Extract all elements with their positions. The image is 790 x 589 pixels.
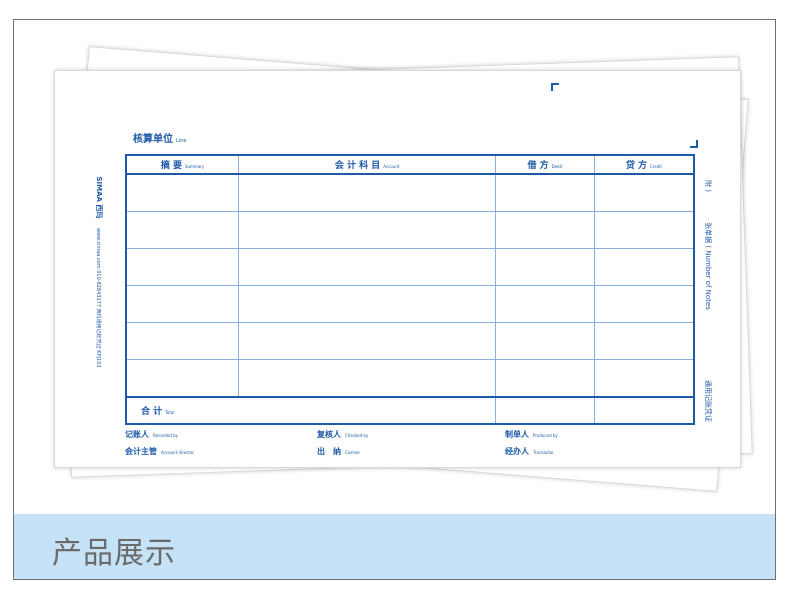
cell-summary — [125, 173, 240, 212]
signature-transactor: 经办人 Transactor — [505, 446, 554, 457]
signature-cashier: 出 纳 Cashier — [317, 446, 360, 457]
cell-credit — [593, 285, 695, 323]
header-summary-en: Summary — [184, 164, 205, 169]
header-credit-en: Credit — [649, 164, 662, 169]
cell-account — [238, 248, 497, 286]
signature-producer: 制单人 Produced by — [505, 429, 558, 440]
cell-debit — [495, 322, 595, 360]
cashier-zh: 出 纳 — [317, 447, 341, 456]
banner-title: 产品展示 — [52, 536, 176, 571]
cell-credit — [593, 322, 695, 360]
table-row — [125, 359, 695, 398]
signature-checker: 复核人 Checked by — [317, 429, 368, 440]
recorder-en: Recorded by — [153, 433, 178, 438]
cell-debit — [495, 248, 595, 286]
attachment-label: 附 ) — [704, 180, 712, 192]
cell-summary — [125, 211, 240, 249]
transactor-zh: 经办人 — [505, 447, 529, 456]
total-label: 合 计 — [141, 407, 163, 417]
producer-zh: 制单人 — [505, 430, 529, 439]
cell-summary — [125, 322, 240, 360]
table-row — [125, 322, 695, 360]
table-row — [125, 285, 695, 323]
signature-director: 会计主管 Account director — [125, 446, 194, 457]
cell-summary — [125, 285, 240, 323]
product-banner: 产品展示 — [14, 514, 775, 579]
header-credit: 贷 方 Credit — [593, 154, 695, 175]
cell-summary — [125, 359, 240, 398]
document-count-label: 张单据 ( Number of Notes — [704, 222, 712, 310]
cell-credit — [593, 211, 695, 249]
cell-credit — [593, 248, 695, 286]
crop-mark-top — [551, 83, 559, 91]
total-debit — [495, 396, 595, 425]
header-summary-zh: 摘 要 — [160, 161, 182, 171]
director-en: Account director — [161, 450, 194, 455]
header-debit: 借 方 Debit — [495, 154, 595, 175]
header-account: 会 计 科 目 Account — [238, 154, 497, 175]
header-account-zh: 会 计 科 目 — [334, 161, 381, 171]
side-text: SIMAA 西玛 www.simaa.com 010-82843177 西玛通用… — [94, 162, 104, 382]
director-zh: 会计主管 — [125, 447, 157, 456]
total-credit — [593, 396, 695, 425]
cell-account — [238, 173, 497, 212]
voucher-type-label: 通用记账凭证 — [704, 380, 712, 422]
header-credit-zh: 贷 方 — [625, 161, 647, 171]
cell-account — [238, 285, 497, 323]
cell-credit — [593, 173, 695, 212]
header-debit-en: Debit — [551, 164, 563, 169]
right-side-strip: 附 ) 张单据 ( Number of Notes 通用记账凭证 — [703, 171, 717, 422]
header-summary: 摘 要 Summary — [125, 154, 240, 175]
cell-credit — [593, 359, 695, 398]
signature-recorder: 记账人 Recorded by — [125, 429, 178, 440]
header-debit-zh: 借 方 — [527, 161, 549, 171]
transactor-en: Transactor — [533, 450, 554, 455]
total-label-en: Total — [165, 410, 175, 415]
header-account-en: Account — [383, 164, 400, 169]
product-frame: 核算单位 Line SIMAA 西玛 www.simaa.com 010-8284… — [13, 19, 776, 580]
table-header: 摘 要 Summary 会 计 科 目 Account 借 方 Debit 贷 方 Cr… — [125, 154, 695, 175]
table-row — [125, 211, 695, 249]
cell-account — [238, 211, 497, 249]
side-brand-strip: SIMAA 西玛 www.simaa.com 010-82843177 西玛通用… — [89, 167, 103, 387]
cell-debit — [495, 173, 595, 212]
cell-debit — [495, 359, 595, 398]
unit-label-zh: 核算单位 — [133, 134, 173, 145]
cell-debit — [495, 211, 595, 249]
cell-account — [238, 322, 497, 360]
side-info: www.simaa.com 010-82843177 西玛通用记账凭证 KPJ1… — [95, 227, 101, 368]
table-row — [125, 248, 695, 286]
accounting-unit-label: 核算单位 Line — [133, 130, 186, 145]
checker-en: Checked by — [345, 433, 369, 438]
voucher-sheet: 核算单位 Line SIMAA 西玛 www.simaa.com 010-8284… — [54, 70, 741, 468]
table-row — [125, 173, 695, 212]
cashier-en: Cashier — [345, 450, 361, 455]
cell-account — [238, 359, 497, 398]
crop-mark-right — [690, 140, 698, 148]
cell-debit — [495, 285, 595, 323]
checker-zh: 复核人 — [317, 430, 341, 439]
recorder-zh: 记账人 — [125, 430, 149, 439]
total-row: 合 计 Total — [125, 396, 695, 425]
total-label-cell: 合 计 Total — [125, 396, 497, 425]
voucher-table: 摘 要 Summary 会 计 科 目 Account 借 方 Debit 贷 方 Cr… — [125, 154, 695, 425]
cell-summary — [125, 248, 240, 286]
unit-label-en: Line — [176, 138, 187, 144]
producer-en: Produced by — [533, 433, 558, 438]
brand-logo: SIMAA 西玛 — [95, 176, 103, 219]
